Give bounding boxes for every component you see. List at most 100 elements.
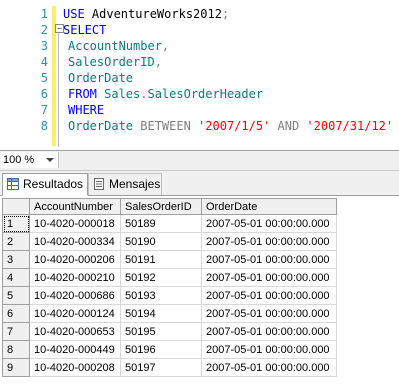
code-token: '2007/1/5'	[198, 119, 271, 133]
code-token: Sales	[104, 87, 141, 101]
row-header[interactable]: 5	[2, 286, 30, 305]
results-grid[interactable]: AccountNumber SalesOrderID OrderDate 1 10…	[0, 196, 399, 391]
code-text: FROM Sales.SalesOrderHeader	[68, 86, 263, 102]
code-token: AccountNumber	[68, 39, 162, 53]
editor-status-bar: 100 %	[0, 150, 399, 171]
table-row[interactable]: 2 10-4020-000334 50190 2007-05-01 00:00:00.…	[2, 232, 337, 251]
table-cell[interactable]: 10-4020-000334	[29, 232, 121, 251]
table-cell[interactable]: 2007-05-01 00:00:00.000	[201, 214, 337, 233]
table-row[interactable]: 1 10-4020-000018 50189 2007-05-01 00:00:00.…	[2, 214, 337, 233]
table-cell[interactable]: 2007-05-01 00:00:00.000	[201, 250, 337, 269]
chevron-down-icon	[46, 158, 54, 162]
row-header[interactable]: 6	[2, 304, 30, 323]
code-token: AdventureWorks2012	[91, 7, 222, 21]
code-token: OrderDate	[68, 119, 141, 133]
code-line[interactable]: 2 SELECT	[0, 22, 399, 38]
line-number: 2	[40, 23, 48, 37]
table-cell[interactable]: 50190	[120, 232, 202, 251]
table-cell[interactable]: 10-4020-000653	[29, 322, 121, 341]
code-text: OrderDate	[68, 70, 133, 86]
tab-messages[interactable]: Mensajes	[88, 173, 162, 195]
results-table: AccountNumber SalesOrderID OrderDate 1 10…	[2, 198, 337, 377]
code-token: BETWEEN	[140, 119, 199, 133]
code-token: SELECT	[63, 23, 107, 37]
table-cell[interactable]: 10-4020-000208	[29, 358, 121, 377]
code-text: USE AdventureWorks2012;	[63, 6, 229, 22]
table-cell[interactable]: 2007-05-01 00:00:00.000	[201, 286, 337, 305]
table-cell[interactable]: 2007-05-01 00:00:00.000	[201, 304, 337, 323]
code-line[interactable]: 7 WHERE	[0, 102, 399, 118]
code-token: ;	[221, 7, 230, 21]
table-row[interactable]: 3 10-4020-000206 50191 2007-05-01 00:00:00.…	[2, 250, 337, 269]
grid-corner[interactable]	[2, 198, 30, 215]
row-header[interactable]: 2	[2, 232, 30, 251]
table-cell[interactable]: 50195	[120, 322, 202, 341]
code-line[interactable]: 1 USE AdventureWorks2012;	[0, 6, 399, 22]
line-number: 8	[40, 119, 48, 133]
code-token: SalesOrderID	[68, 55, 155, 69]
code-line[interactable]: 6 FROM Sales.SalesOrderHeader	[0, 86, 399, 102]
table-cell[interactable]: 2007-05-01 00:00:00.000	[201, 268, 337, 287]
code-text: AccountNumber,	[68, 38, 169, 54]
code-line[interactable]: 5 OrderDate	[0, 70, 399, 86]
row-header[interactable]: 1	[2, 214, 30, 233]
row-header[interactable]: 9	[2, 358, 30, 377]
code-token: WHERE	[68, 103, 105, 117]
table-row[interactable]: 8 10-4020-000449 50196 2007-05-01 00:00:00.…	[2, 340, 337, 359]
row-header[interactable]: 3	[2, 250, 30, 269]
table-cell[interactable]: 10-4020-000686	[29, 286, 121, 305]
code-token: ,	[161, 39, 170, 53]
table-cell[interactable]: 2007-05-01 00:00:00.000	[201, 322, 337, 341]
table-cell[interactable]: 10-4020-000206	[29, 250, 121, 269]
table-row[interactable]: 5 10-4020-000686 50193 2007-05-01 00:00:00.…	[2, 286, 337, 305]
line-number: 7	[40, 103, 48, 117]
table-cell[interactable]: 10-4020-000449	[29, 340, 121, 359]
code-token: SalesOrderHeader	[147, 87, 264, 101]
line-number: 5	[40, 71, 48, 85]
table-row[interactable]: 9 10-4020-000208 50197 2007-05-01 00:00:00.…	[2, 358, 337, 377]
table-cell[interactable]: 2007-05-01 00:00:00.000	[201, 358, 337, 377]
line-number: 6	[40, 87, 48, 101]
code-token: ,	[154, 55, 162, 69]
row-header[interactable]: 8	[2, 340, 30, 359]
code-token: AND	[270, 119, 307, 133]
table-cell[interactable]: 50197	[120, 358, 202, 377]
table-cell[interactable]: 10-4020-000124	[29, 304, 121, 323]
sql-editor[interactable]: − 1 USE AdventureWorks2012; 2 SELECT 3 Accoun…	[0, 0, 399, 150]
results-tab-bar: Resultados Mensajes	[0, 171, 399, 196]
grid-icon	[7, 178, 19, 190]
zoom-dropdown[interactable]: 100 %	[1, 152, 59, 168]
table-cell[interactable]: 10-4020-000210	[29, 268, 121, 287]
table-cell[interactable]: 50194	[120, 304, 202, 323]
line-number: 3	[40, 39, 48, 53]
code-text: OrderDate BETWEEN '2007/1/5' AND '2007/3…	[68, 118, 393, 134]
table-cell[interactable]: 50191	[120, 250, 202, 269]
table-cell[interactable]: 2007-05-01 00:00:00.000	[201, 340, 337, 359]
code-line[interactable]: 3 AccountNumber,	[0, 38, 399, 54]
table-cell[interactable]: 50189	[120, 214, 202, 233]
table-row[interactable]: 6 10-4020-000124 50194 2007-05-01 00:00:00.…	[2, 304, 337, 323]
table-cell[interactable]: 2007-05-01 00:00:00.000	[201, 232, 337, 251]
table-cell[interactable]: 10-4020-000018	[29, 214, 121, 233]
zoom-value: 100 %	[3, 154, 35, 166]
table-cell[interactable]: 50192	[120, 268, 202, 287]
table-row[interactable]: 7 10-4020-000653 50195 2007-05-01 00:00:00.…	[2, 322, 337, 341]
line-number: 1	[40, 7, 48, 21]
column-header-salesorderid[interactable]: SalesOrderID	[120, 198, 202, 215]
code-text: WHERE	[68, 102, 104, 118]
tab-results[interactable]: Resultados	[2, 173, 88, 196]
code-text: SELECT	[63, 22, 106, 38]
row-header[interactable]: 7	[2, 322, 30, 341]
tab-results-label: Resultados	[23, 177, 84, 191]
column-header-accountnumber[interactable]: AccountNumber	[29, 198, 121, 215]
code-token: '2007/31/12'	[306, 119, 394, 133]
table-cell[interactable]: 50193	[120, 286, 202, 305]
code-token: FROM	[68, 87, 105, 101]
column-header-orderdate[interactable]: OrderDate	[201, 198, 337, 215]
table-cell[interactable]: 50196	[120, 340, 202, 359]
code-line[interactable]: 4 SalesOrderID,	[0, 54, 399, 70]
code-line[interactable]: 8 OrderDate BETWEEN '2007/1/5' AND '2007/…	[0, 118, 399, 134]
line-number: 4	[40, 55, 48, 69]
row-header[interactable]: 4	[2, 268, 30, 287]
table-row[interactable]: 4 10-4020-000210 50192 2007-05-01 00:00:00.…	[2, 268, 337, 287]
